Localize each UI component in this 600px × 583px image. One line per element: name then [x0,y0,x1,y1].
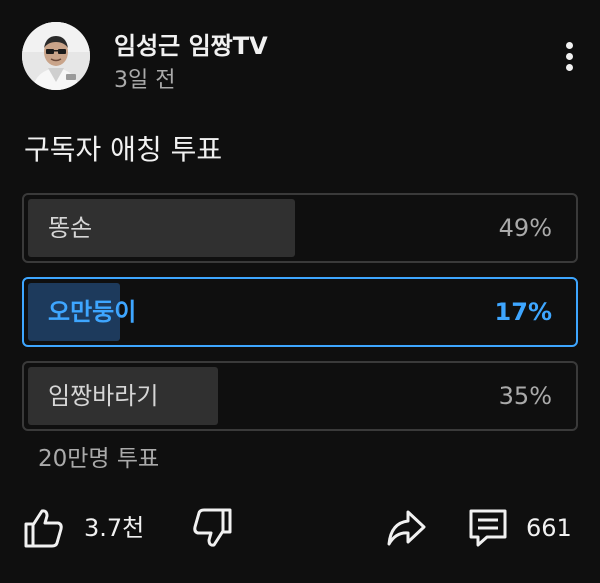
comment-button[interactable]: 661 [466,500,582,556]
vote-count: 20만명 투표 [38,446,160,472]
poll-option[interactable]: 임짱바라기 35% [22,361,578,431]
like-icon [24,509,63,548]
poll-option-label: 임짱바라기 [48,382,159,410]
dislike-button[interactable] [190,500,234,556]
poll-option-label: 똥손 [48,214,93,242]
share-button[interactable] [384,500,428,556]
share-icon [387,510,426,546]
like-button[interactable]: 3.7천 [22,500,152,556]
poll-option-percent: 49% [498,214,552,242]
poll: 똥손 49% 오만둥이 17% 임짱바라기 35% [22,193,578,445]
action-bar: 3.7천 661 [22,500,582,556]
poll-option[interactable]: 똥손 49% [22,193,578,263]
poll-option[interactable]: 오만둥이 17% [22,277,578,347]
post-text: 구독자 애칭 투표 [24,133,223,166]
poll-option-percent: 17% [494,298,552,326]
post-header: 임성근 임짱TV 3일 전 [22,22,582,93]
avatar-image [22,22,90,90]
comment-icon [469,509,507,547]
dislike-icon [193,508,232,547]
comment-count: 661 [526,514,572,542]
poll-option-percent: 35% [498,382,552,410]
post-time: 3일 전 [114,68,176,93]
more-vert-icon[interactable] [558,36,582,76]
poll-option-label: 오만둥이 [48,298,137,326]
like-count: 3.7천 [84,514,145,542]
channel-name[interactable]: 임성근 임짱TV [114,26,268,61]
channel-avatar[interactable] [22,22,90,90]
